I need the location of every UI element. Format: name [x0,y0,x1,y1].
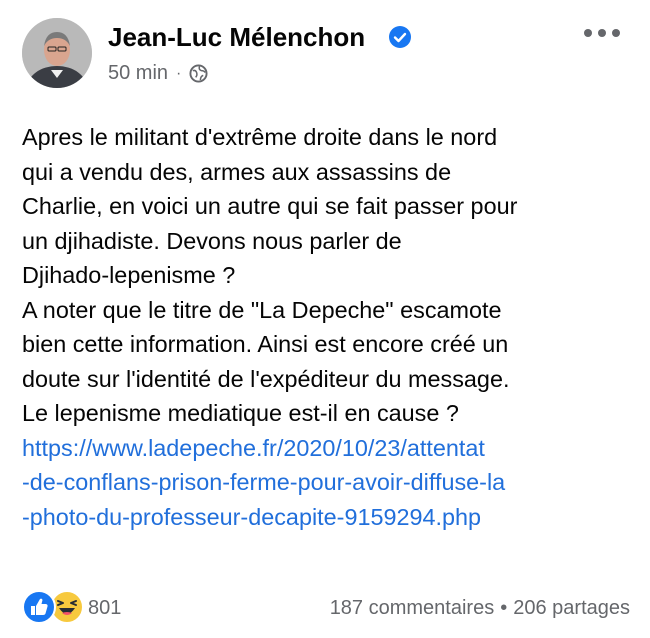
author-name[interactable]: Jean-Luc Mélenchon [108,22,365,53]
reactions-summary[interactable] [22,590,84,624]
more-options-icon[interactable] [584,26,624,40]
article-link-line[interactable]: https://www.ladepeche.fr/2020/10/23/atte… [22,431,632,466]
post-text-line: Apres le militant d'extrême droite dans … [22,124,498,150]
post-text-line: doute sur l'identité de l'expéditeur du … [22,365,510,392]
verified-badge-icon [389,26,411,48]
like-reaction-icon [22,590,56,624]
reaction-count[interactable]: 801 [88,597,121,620]
globe-icon[interactable] [189,64,208,83]
post-card: Jean-Luc Mélenchon 50 min · Apres le mil… [0,0,650,638]
author-avatar[interactable] [22,18,92,88]
post-text-line: qui a vendu des, armes aux assassins de [22,158,452,185]
post-meta: 50 min · [108,62,208,85]
shares-count[interactable]: 206 partages [513,597,630,619]
post-text-line: A noter que le titre de "La Depeche" esc… [22,296,502,323]
article-link[interactable]: https://www.ladepeche.fr/2020/10/23/atte… [22,431,632,535]
post-timestamp[interactable]: 50 min [108,62,168,85]
engagement-stats: 187 commentaires • 206 partages [330,597,630,620]
post-text-line: Djihado-lepenisme ? [22,262,236,288]
article-link-line[interactable]: -photo-du-professeur-decapite-9159294.ph… [22,500,632,535]
comments-count[interactable]: 187 commentaires [330,597,495,619]
post-text-line: Le lepenisme mediatique est-il en cause … [22,400,459,426]
meta-separator: · [176,64,182,82]
post-text-line: un djihadiste. Devons nous parler de [22,227,402,254]
post-footer: 801 187 commentaires • 206 partages [22,590,630,624]
post-text-line: bien cette information. Ainsi est encore… [22,331,509,357]
post-text: Apres le militant d'extrême droite dans … [22,120,632,534]
stats-separator: • [500,597,508,619]
post-text-line: Charlie, en voici un autre qui se fait p… [22,193,518,219]
article-link-line[interactable]: -de-conflans-prison-ferme-pour-avoir-dif… [22,465,632,500]
